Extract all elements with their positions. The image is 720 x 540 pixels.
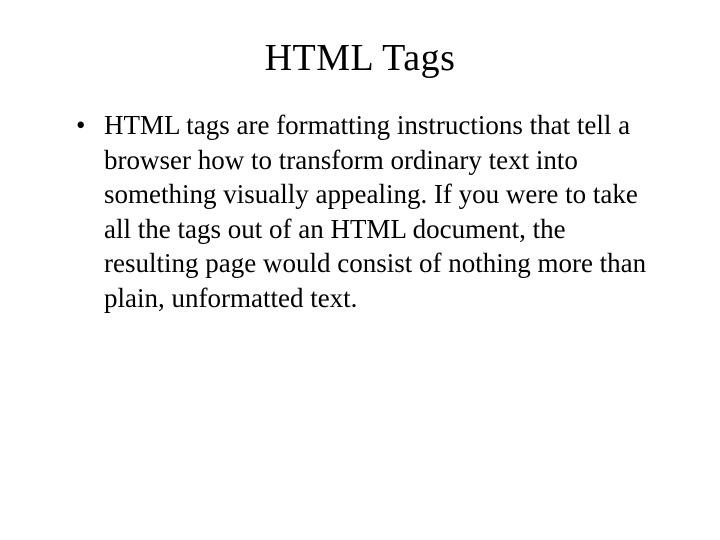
bullet-list: HTML tags are formatting instructions th…: [48, 108, 672, 315]
slide: HTML Tags HTML tags are formatting instr…: [0, 0, 720, 540]
bullet-item: HTML tags are formatting instructions th…: [84, 108, 664, 315]
slide-title: HTML Tags: [48, 36, 672, 80]
